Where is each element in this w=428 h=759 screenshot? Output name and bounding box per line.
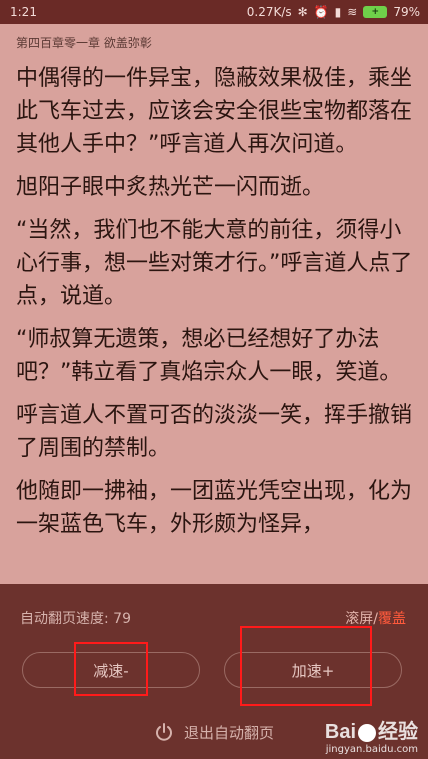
speed-up-label: 加速+ (291, 661, 335, 680)
paragraph: 呼言道人不置可否的淡淡一笑，挥手撤销了周围的禁制。 (16, 403, 413, 461)
mode-toggle: 滚屏/覆盖 (345, 608, 406, 628)
paragraph: 中偶得的一件异宝，隐蔽效果极佳，乘坐此飞车过去，应该会安全很些宝物都落在其他人手… (16, 66, 413, 157)
paw-icon (358, 723, 376, 742)
paragraph: “当然，我们也不能大意的前往，须得小心行事，想一些对策才行。”呼言道人点了点，说… (16, 218, 413, 309)
status-time: 1:21 (10, 5, 37, 19)
paragraph: 他随即一拂袖，一团蓝光凭空出现，化为一架蓝色飞车，外形颇为怪异， (16, 479, 413, 537)
exit-auto-page-label: 退出自动翻页 (183, 723, 274, 742)
status-icons: 0.27K/s ✻ ⏰ ▮ ≋ + 79% (247, 5, 420, 19)
baidu-watermark: Bai 经验 jingyan.baidu.com (325, 715, 418, 755)
speed-up-button[interactable]: 加速+ (224, 652, 402, 688)
slow-down-label: 减速- (93, 661, 129, 680)
reader-content[interactable]: 中偶得的一件异宝，隐蔽效果极佳，乘坐此飞车过去，应该会安全很些宝物都落在其他人手… (16, 62, 418, 551)
network-speed: 0.27K/s (246, 5, 292, 19)
power-icon (156, 723, 172, 741)
auto-page-panel: 自动翻页速度: 79 滚屏/覆盖 减速- 加速+ 退出自动翻页 Bai 经验 ji… (0, 584, 428, 759)
slow-down-button[interactable]: 减速- (22, 652, 200, 688)
wifi-icon: ≋ (347, 5, 358, 19)
alarm-icon: ⏰ (313, 5, 329, 19)
mode-cover-option[interactable]: 覆盖 (378, 611, 406, 627)
battery-icon: + (363, 6, 388, 18)
baidu-logo: Bai 经验 (324, 721, 418, 743)
bluetooth-icon: ✻ (297, 5, 308, 19)
paragraph: “师叔算无遗策，想必已经想好了办法吧？”韩立看了真焰宗众人一眼，笑道。 (16, 327, 402, 385)
mode-scroll-option[interactable]: 滚屏 (345, 611, 373, 627)
paragraph: 旭阳子眼中炙热光芒一闪而逝。 (16, 175, 325, 200)
signal-icon: ▮ (334, 5, 342, 19)
auto-page-speed-label: 自动翻页速度: 79 (20, 611, 131, 627)
chapter-title: 第四百章零一章 欲盖弥彰 (16, 36, 152, 50)
watermark-url: jingyan.baidu.com (325, 744, 418, 755)
status-bar: 1:21 0.27K/s ✻ ⏰ ▮ ≋ + 79% (0, 0, 428, 24)
battery-percent: 79% (393, 5, 420, 19)
